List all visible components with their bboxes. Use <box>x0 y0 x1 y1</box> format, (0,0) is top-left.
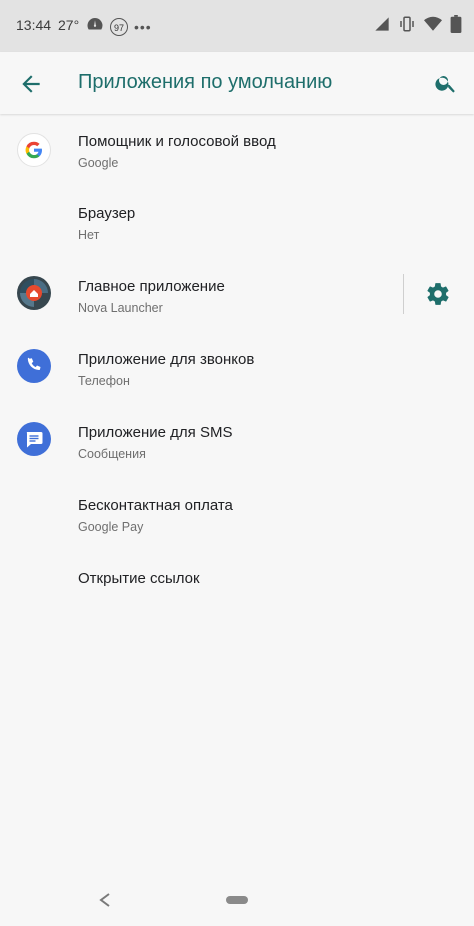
app-bar: Приложения по умолчанию <box>0 52 474 114</box>
list-item-title: Бесконтактная оплата <box>78 497 233 514</box>
page-title: Приложения по умолчанию <box>78 71 333 93</box>
signal-icon <box>374 16 390 37</box>
list-item-home-app[interactable]: Главное приложение Nova Launcher <box>0 259 474 331</box>
list-item-title: Браузер <box>78 205 136 222</box>
list-item-browser[interactable]: Браузер Нет <box>0 186 474 258</box>
nav-back-button[interactable] <box>99 893 111 907</box>
list-item-title: Главное приложение <box>78 278 225 295</box>
list-item-title: Помощник и голосовой ввод <box>78 133 276 150</box>
list-item-title: Приложение для SMS <box>78 424 233 441</box>
list-item-subtitle: Нет <box>78 228 100 242</box>
back-button[interactable] <box>18 71 44 97</box>
home-app-settings-button[interactable] <box>425 281 451 307</box>
search-icon <box>435 76 455 93</box>
status-right-icons <box>374 15 462 38</box>
search-button[interactable] <box>434 71 458 95</box>
status-temperature: 27° <box>58 17 80 33</box>
list-item-contactless-payment[interactable]: Бесконтактная оплата Google Pay <box>0 478 474 550</box>
status-time: 13:44 <box>16 17 52 33</box>
notification-badge-icon: 97 <box>110 17 128 36</box>
list-item-title: Приложение для звонков <box>78 351 255 368</box>
list-item-text: Главное приложение Nova Launcher <box>78 278 225 315</box>
list-item-subtitle: Nova Launcher <box>78 301 163 315</box>
list-item-opening-links[interactable]: Открытие ссылок <box>0 551 474 623</box>
list-item-subtitle: Телефон <box>78 374 130 388</box>
list-item-text: Открытие ссылок <box>78 570 200 587</box>
messages-icon <box>17 422 51 456</box>
list-item-text: Приложение для звонков Телефон <box>78 351 254 388</box>
nav-back-icon <box>99 893 110 907</box>
google-icon <box>17 133 51 167</box>
vibrate-icon <box>398 15 416 38</box>
status-left-icons: 97 ••• <box>86 15 152 38</box>
nova-launcher-icon <box>17 276 51 310</box>
vertical-divider <box>403 274 404 314</box>
more-notifications-icon: ••• <box>134 18 152 35</box>
status-bar: 13:44 27° 97 ••• <box>0 0 474 52</box>
gauge-icon <box>86 15 104 38</box>
gear-icon <box>427 283 449 305</box>
nav-home-pill-icon[interactable] <box>226 896 248 904</box>
phone-icon <box>17 349 51 383</box>
list-item-subtitle: Google <box>78 156 119 170</box>
battery-icon <box>450 15 462 38</box>
list-item-sms-app[interactable]: Приложение для SMS Сообщения <box>0 405 474 477</box>
arrow-back-icon <box>22 75 40 93</box>
navigation-bar <box>0 874 474 926</box>
list-item-title: Открытие ссылок <box>78 570 200 587</box>
list-item-subtitle: Google Pay <box>78 520 144 534</box>
list-item-text: Приложение для SMS Сообщения <box>78 424 232 461</box>
list-item-text: Браузер Нет <box>78 205 135 242</box>
list-item-subtitle: Сообщения <box>78 447 146 461</box>
list-item-assistant[interactable]: Помощник и голосовой ввод Google <box>0 114 474 186</box>
list-item-text: Помощник и голосовой ввод Google <box>78 133 276 170</box>
list-item-phone-app[interactable]: Приложение для звонков Телефон <box>0 332 474 404</box>
list-item-text: Бесконтактная оплата Google Pay <box>78 497 233 534</box>
wifi-icon <box>424 16 442 37</box>
